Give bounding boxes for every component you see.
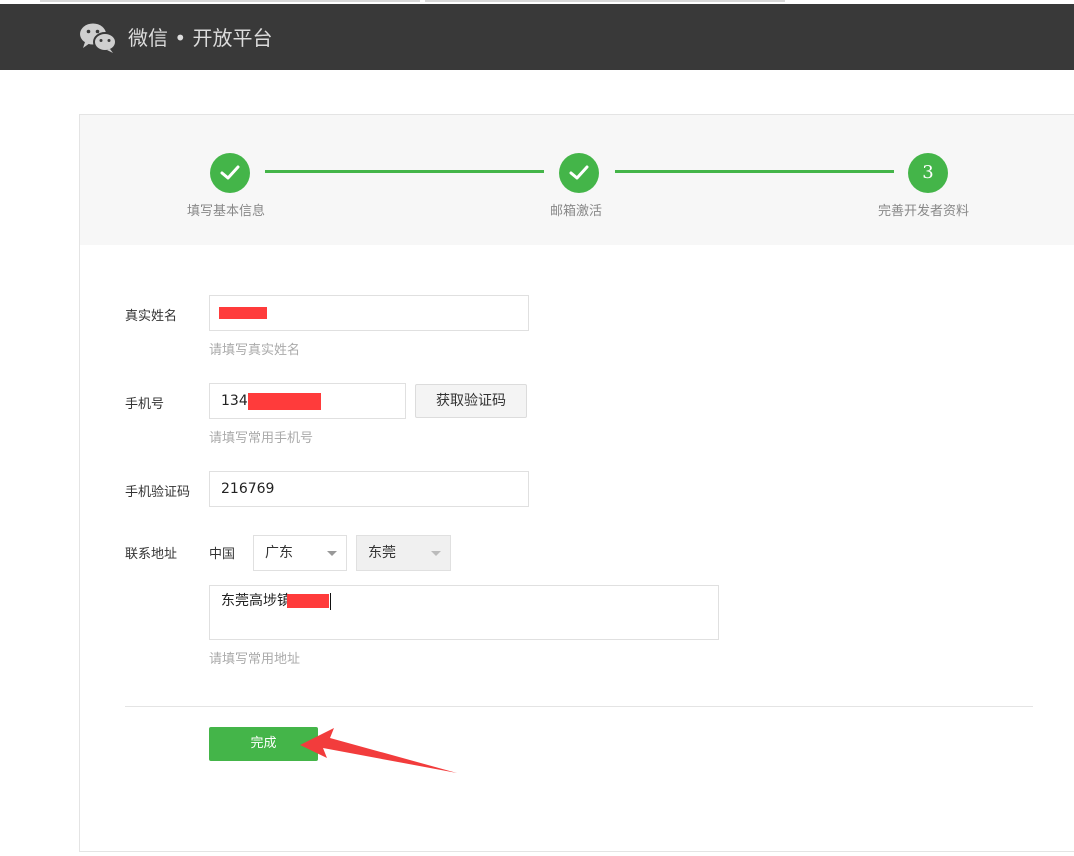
chevron-down-icon [327,551,337,556]
check-icon [569,165,589,180]
step-2-label: 邮箱激活 [550,204,603,219]
redaction-mark [247,392,321,410]
step-1-done [210,153,250,193]
get-code-button[interactable]: 获取验证码 [415,384,527,418]
brand-title[interactable]: 微信 • 开放平台 [128,24,273,52]
step-connector [265,170,544,173]
city-select[interactable]: 东莞 [356,535,451,571]
sms-code-input[interactable]: 216769 [209,471,529,507]
phone-label: 手机号 [125,397,165,412]
progress-steps: 3 填写基本信息 邮箱激活 完善开发者资料 [80,115,1074,245]
step-3-label: 完善开发者资料 [878,204,970,219]
registration-panel: 3 填写基本信息 邮箱激活 完善开发者资料 真实姓名 请填写真实姓名 手机号 1… [79,114,1074,852]
country-text: 中国 [209,547,236,562]
city-value: 东莞 [368,545,396,561]
browser-tab-edge [425,0,785,2]
redaction-mark [219,307,267,319]
step-1-label: 填写基本信息 [187,204,266,219]
text-cursor [330,592,331,610]
browser-tab-edge [40,0,420,2]
phone-input[interactable]: 134 [209,383,406,419]
form-divider [125,706,1033,707]
step-connector [615,170,894,173]
phone-prefix: 134 [221,393,248,409]
address-detail-value: 东莞高埗镇 [221,593,291,609]
real-name-input[interactable] [209,295,529,331]
check-icon [220,165,240,180]
province-value: 广东 [265,545,293,561]
real-name-label: 真实姓名 [125,309,178,324]
phone-tip: 请填写常用手机号 [209,431,314,446]
address-label: 联系地址 [125,547,178,562]
finish-button[interactable]: 完成 [209,727,318,761]
redaction-mark [287,594,329,608]
top-header: 微信 • 开放平台 [0,4,1074,70]
address-tip: 请填写常用地址 [209,652,301,667]
sms-code-label: 手机验证码 [125,485,191,500]
wechat-logo-icon[interactable] [79,22,117,54]
address-detail-textarea[interactable]: 东莞高埗镇 [209,585,719,640]
chevron-down-icon [431,551,441,556]
step-3-current: 3 [908,153,948,193]
real-name-tip: 请填写真实姓名 [209,343,301,358]
province-select[interactable]: 广东 [253,535,347,571]
step-2-done [559,153,599,193]
